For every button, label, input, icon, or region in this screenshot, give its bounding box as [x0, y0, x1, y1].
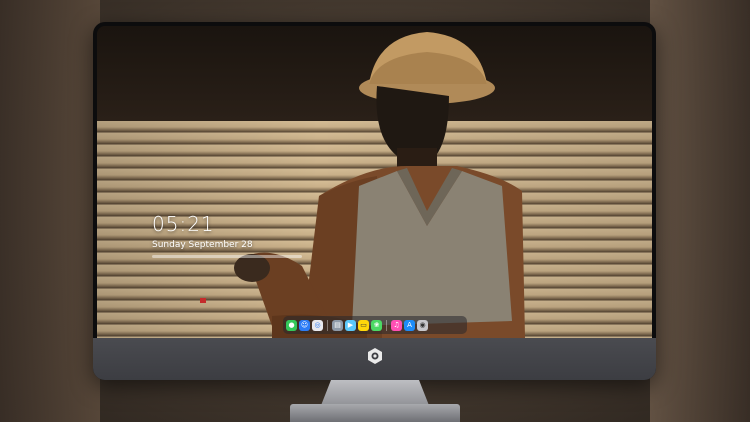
lock-screen-date: Sunday September 28 [152, 240, 253, 250]
dock: ● ☺ ◎ ▤ ▶ ▭ ❀ ♫ A ◉ [283, 316, 467, 334]
lock-screen-subtitle [152, 255, 302, 258]
notes-icon[interactable]: ▭ [358, 319, 369, 331]
background-blur-left [0, 0, 100, 422]
brand-logo-icon [368, 348, 382, 364]
monitor-stand-base [290, 404, 460, 422]
background-blur-right [650, 0, 750, 422]
finder-icon[interactable]: ☺ [299, 319, 310, 331]
monitor-chin [93, 338, 656, 380]
safari-icon[interactable]: ◎ [312, 319, 323, 331]
preview-icon[interactable]: ▤ [332, 319, 343, 331]
screen: 05:21 Sunday September 28 ● ☺ ◎ ▤ ▶ ▭ ❀ … [97, 26, 652, 338]
wallpaper-person [200, 32, 525, 338]
camera-icon[interactable]: ◉ [417, 319, 428, 331]
messages-icon[interactable]: ● [286, 319, 297, 331]
app-store-icon[interactable]: A [404, 319, 415, 331]
dock-separator [386, 319, 387, 331]
itunes-icon[interactable]: ♫ [391, 319, 402, 331]
photos-icon[interactable]: ❀ [371, 319, 382, 331]
monitor: 05:21 Sunday September 28 ● ☺ ◎ ▤ ▶ ▭ ❀ … [93, 22, 656, 380]
lock-screen-time: 05:21 [152, 212, 215, 236]
dock-separator [327, 319, 328, 331]
imovie-icon[interactable]: ▶ [345, 319, 356, 331]
